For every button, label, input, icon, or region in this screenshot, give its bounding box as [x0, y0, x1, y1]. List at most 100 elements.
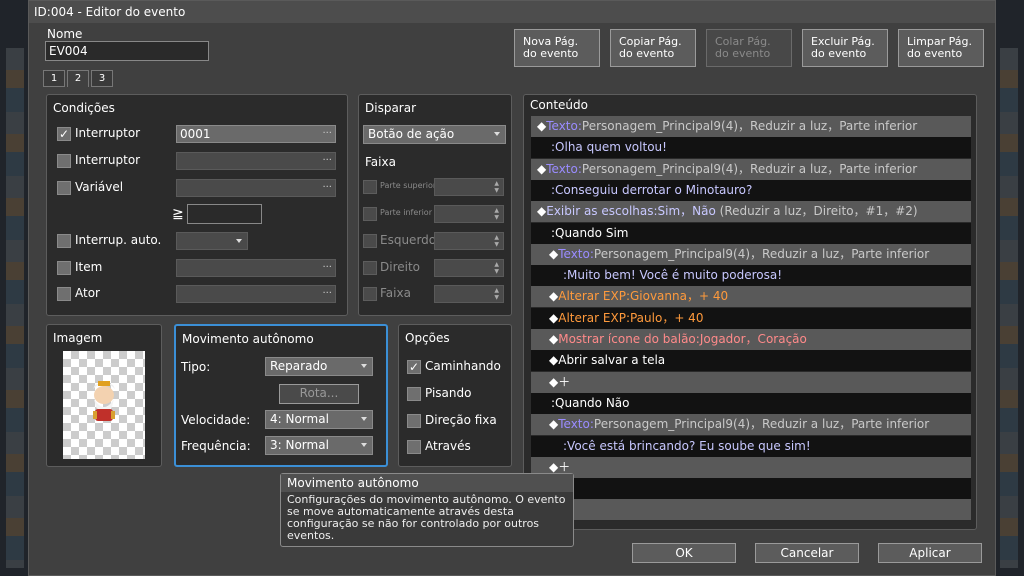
movement-type-dropdown[interactable]: Reparado — [265, 357, 373, 376]
condition-checkbox-0[interactable]: ✓ — [57, 127, 71, 141]
range-spinner-2[interactable]: ▲ ▼ — [434, 232, 504, 250]
page-button-line2: do evento — [715, 47, 771, 60]
condition-checkbox-2[interactable] — [57, 181, 71, 195]
command-text: :Olha quem voltou! — [551, 140, 667, 155]
page-button-0[interactable]: Nova Pág. do evento — [514, 29, 600, 67]
option-checkbox-0[interactable]: ✓ — [407, 360, 421, 374]
range-label-3: Direito — [380, 260, 421, 274]
image-title: Imagem — [53, 331, 103, 345]
range-checkbox-4[interactable] — [363, 287, 377, 301]
range-label-2: Esquerdo — [380, 233, 437, 247]
event-command-list[interactable]: ◆Texto:Personagem_Principal9(4)，Reduzir … — [531, 116, 971, 521]
map-background-left — [6, 48, 24, 568]
condition-field-1[interactable]: ··· — [176, 152, 336, 170]
variable-value-input[interactable] — [187, 204, 262, 224]
command-text: Personagem_Principal9(4)，Reduzir a luz，P… — [581, 161, 918, 176]
command-text: :Muito bem! Você é muito poderosa! — [563, 268, 782, 283]
speed-dropdown[interactable]: 4: Normal — [265, 410, 373, 429]
command-row[interactable]: :Quando Sim — [531, 222, 971, 244]
range-spinner-3[interactable]: ▲ ▼ — [434, 259, 504, 277]
command-row[interactable] — [531, 499, 971, 521]
ellipsis-icon: ··· — [322, 262, 332, 273]
command-text: (Reduzir a luz，Direito，#1，#2) — [715, 204, 918, 219]
condition-checkbox-4[interactable] — [57, 261, 71, 275]
trigger-dropdown[interactable]: Botão de ação — [363, 125, 506, 144]
range-spinner-0[interactable]: ▲ ▼ — [434, 178, 504, 196]
page-button-2[interactable]: Colar Pág. do evento — [706, 29, 792, 67]
ok-button[interactable]: OK — [632, 543, 736, 563]
type-label: Tipo: — [181, 360, 211, 374]
page-button-1[interactable]: Copiar Pág. do evento — [610, 29, 696, 67]
tooltip-body: Configurações do movimento autônomo. O e… — [287, 493, 566, 542]
option-label-1: Pisando — [425, 386, 472, 400]
range-spinner-4[interactable]: ▲ ▼ — [434, 285, 504, 303]
command-row[interactable]: ◆Texto:Personagem_Principal9(4)，Reduzir … — [531, 116, 971, 137]
ellipsis-icon: ··· — [322, 155, 332, 166]
command-text: Abrir salvar a tela — [558, 353, 666, 368]
condition-checkbox-3[interactable] — [57, 234, 71, 248]
command-row[interactable]: ◆Texto:Personagem_Principal9(4)，Reduzir … — [531, 414, 971, 436]
command-row[interactable]: :Você está brincando? Eu soube que sim! — [531, 435, 971, 457]
command-text: ◆ — [549, 353, 559, 368]
options-title: Opções — [405, 331, 450, 345]
frequency-dropdown[interactable]: 3: Normal — [265, 436, 373, 455]
apply-button[interactable]: Aplicar — [878, 543, 982, 563]
condition-label-2: Variável — [75, 180, 124, 194]
condition-field-3[interactable] — [176, 232, 248, 250]
range-checkbox-1[interactable] — [363, 207, 377, 221]
route-button[interactable]: Rota... — [279, 384, 359, 404]
command-text: ◆ — [537, 161, 547, 176]
range-checkbox-3[interactable] — [363, 261, 377, 275]
command-row[interactable] — [531, 478, 971, 500]
command-row[interactable]: :Conseguiu derrotar o Minotauro? — [531, 179, 971, 201]
trigger-value: Botão de ação — [368, 127, 455, 141]
range-label-1: Parte inferior — [380, 208, 432, 217]
page-button-3[interactable]: Excluir Pág. do evento — [802, 29, 888, 67]
range-checkbox-0[interactable] — [363, 180, 377, 194]
tab-page-2[interactable]: 2 — [67, 70, 89, 87]
tab-page-3[interactable]: 3 — [91, 70, 113, 87]
gte-symbol: ≧ — [172, 206, 184, 222]
command-row[interactable]: ◆Exibir as escolhas:Sim，Não (Reduzir a l… — [531, 201, 971, 223]
page-button-4[interactable]: Limpar Pág. do evento — [898, 29, 984, 67]
page-button-line2: do evento — [811, 47, 867, 60]
name-input[interactable]: EV004 — [45, 41, 209, 61]
command-row[interactable]: :Muito bem! Você é muito poderosa! — [531, 265, 971, 287]
command-text: ◆＋ — [549, 374, 571, 389]
option-checkbox-3[interactable] — [407, 440, 421, 454]
character-image[interactable] — [63, 351, 145, 459]
command-row[interactable]: ◆Abrir salvar a tela — [531, 350, 971, 372]
range-spinner-1[interactable]: ▲ ▼ — [434, 205, 504, 223]
trigger-title: Disparar — [365, 101, 417, 115]
option-checkbox-1[interactable] — [407, 387, 421, 401]
range-label-0: Parte superior — [380, 181, 437, 190]
command-text: :Você está brincando? Eu soube que sim! — [563, 438, 811, 453]
command-row[interactable]: ◆Alterar EXP:Giovanna，+ 40 — [531, 286, 971, 308]
command-text: ◆ — [549, 310, 559, 325]
tab-page-1[interactable]: 1 — [43, 70, 65, 87]
ellipsis-icon: ··· — [322, 182, 332, 193]
condition-label-5: Ator — [75, 286, 100, 300]
condition-field-5[interactable]: ··· — [176, 285, 336, 303]
command-row[interactable]: ◆＋ — [531, 456, 971, 478]
condition-field-4[interactable]: ··· — [176, 259, 336, 277]
chevron-down-icon — [236, 239, 242, 243]
command-row[interactable]: ◆＋ — [531, 371, 971, 393]
command-row[interactable]: ◆Texto:Personagem_Principal9(4)，Reduzir … — [531, 243, 971, 265]
command-row[interactable]: :Quando Não — [531, 392, 971, 414]
command-text: ◆＋ — [549, 459, 571, 474]
condition-field-2[interactable]: ··· — [176, 179, 336, 197]
condition-checkbox-1[interactable] — [57, 154, 71, 168]
range-checkbox-2[interactable] — [363, 234, 377, 248]
command-row[interactable]: ◆Mostrar ícone do balão:Jogador，Coração — [531, 329, 971, 350]
command-text: Alterar EXP:Giovanna，+ 40 — [558, 289, 729, 304]
command-row[interactable]: ◆Texto:Personagem_Principal9(4)，Reduzir … — [531, 158, 971, 180]
option-checkbox-2[interactable] — [407, 414, 421, 428]
condition-checkbox-5[interactable] — [57, 287, 71, 301]
command-row[interactable]: ◆Alterar EXP:Paulo，+ 40 — [531, 307, 971, 329]
command-row[interactable]: :Olha quem voltou! — [531, 137, 971, 159]
cancel-button[interactable]: Cancelar — [755, 543, 859, 563]
command-text: :Conseguiu derrotar o Minotauro? — [551, 182, 753, 197]
condition-field-0[interactable]: 0001 ··· — [176, 125, 336, 143]
spin-down-icon: ▼ — [494, 294, 499, 301]
